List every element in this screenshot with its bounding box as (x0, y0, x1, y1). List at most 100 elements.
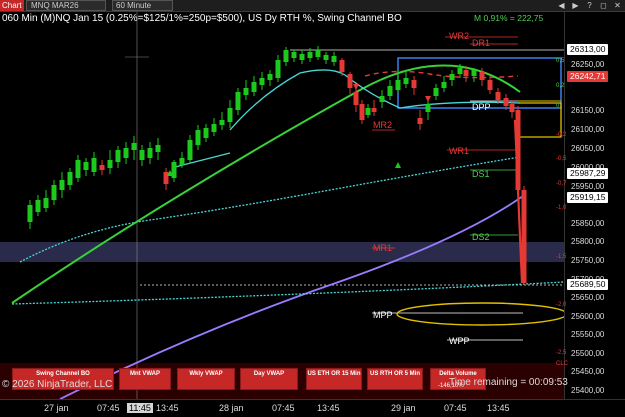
price-tick: 25650,00 (571, 293, 605, 302)
candle-body (291, 52, 297, 58)
candle-body (251, 82, 257, 92)
candle-body (495, 92, 501, 100)
move-stat: M 0,91% = 222,75 (474, 13, 544, 23)
candle-body (83, 162, 89, 170)
pivot-label: WPP (449, 336, 470, 346)
indicator-toggle-button[interactable]: US RTH OR 5 Min (367, 368, 423, 390)
candle-body (359, 104, 365, 120)
candle-body (521, 190, 527, 283)
candle-body (283, 50, 289, 62)
candle-body (67, 172, 73, 185)
indicator-toggle-button[interactable]: US ETH OR 15 Min (306, 368, 362, 390)
candle-body (471, 70, 477, 76)
pivot-label: DR1 (472, 38, 491, 48)
candle-body (403, 78, 409, 84)
candle-body (347, 74, 353, 88)
time-tick: 13:45 (487, 403, 510, 413)
percent-label: -0,7 (556, 181, 567, 187)
scroll-right-icon[interactable]: ▶ (569, 0, 582, 11)
candle-body (187, 140, 193, 160)
candle-body (331, 56, 337, 62)
time-crosshair-label: 11:45 (127, 403, 153, 413)
scroll-left-icon[interactable]: ◀ (555, 0, 568, 11)
percent-label: -0,2 (556, 132, 567, 138)
candle-body (417, 118, 423, 124)
price-tag: 25919,15 (567, 192, 609, 203)
candle-body (275, 60, 281, 78)
candle-body (195, 130, 201, 145)
candle-body (503, 98, 509, 106)
candle-body (425, 104, 431, 112)
candle-body (203, 128, 209, 138)
candle-body (75, 160, 81, 178)
price-axis[interactable]: 26313,00 26250,00 26242,71 26150,00 26100,00… (564, 12, 625, 399)
candle-body (387, 86, 393, 96)
percent-label: -0,5 (556, 156, 567, 162)
price-tick: 25400,00 (571, 386, 605, 395)
instrument-selector[interactable]: MNQ MAR26 (26, 0, 106, 11)
price-chart-panel[interactable] (0, 12, 564, 399)
chart-tab[interactable]: Chart (0, 0, 24, 11)
candle-body (43, 198, 49, 208)
percent-label: -2,5 (556, 350, 567, 356)
candle-body (371, 108, 377, 112)
price-tick: 25550,00 (571, 330, 605, 339)
sell-signal-arrow (425, 96, 431, 102)
indicator-toggle-button[interactable]: Mnt VWAP (119, 368, 171, 390)
candle-body (463, 70, 469, 76)
interval-selector[interactable]: 60 Minute (112, 0, 173, 11)
time-tick: 27 jan (44, 403, 69, 413)
candle-body (457, 68, 463, 74)
maximize-icon[interactable]: ◻ (597, 0, 610, 11)
buy-signal-arrow (395, 162, 401, 168)
candle-body (515, 110, 521, 190)
chart-title: 060 Min (M)NQ Jan 15 (0.25%=$125/1%=250p… (2, 13, 402, 24)
candle-body (35, 200, 41, 212)
candle-body (235, 92, 241, 110)
price-tick: 25800,00 (571, 237, 605, 246)
chart-toolbar: Chart MNQ MAR26 60 Minute ◀ ▶ ? ◻ ✕ (0, 0, 625, 12)
candle-body (51, 185, 57, 200)
candle-body (115, 150, 121, 162)
percent-label: -2,0 (556, 302, 567, 308)
time-tick: 13:45 (317, 403, 340, 413)
price-tick: 25750,00 (571, 256, 605, 265)
candle-body (155, 145, 161, 152)
candle-body (487, 80, 493, 90)
time-tick: 07:45 (97, 403, 120, 413)
candle-body (433, 88, 439, 96)
indicator-toggle-button[interactable]: Day VWAP (240, 368, 298, 390)
percent-label: CLC (556, 361, 569, 367)
price-tag: 25689,50 (567, 279, 609, 290)
time-tick: 07:45 (272, 403, 295, 413)
candle-body (299, 54, 305, 60)
time-tick: 28 jan (219, 403, 244, 413)
pivot-label: DS1 (472, 169, 490, 179)
candle-body (243, 88, 249, 95)
candle-body (379, 96, 385, 102)
candle-body (219, 120, 225, 125)
time-tick: 29 jan (391, 403, 416, 413)
pivot-label: DS2 (472, 232, 490, 242)
candle-body (147, 148, 153, 158)
candle-body (211, 124, 217, 132)
price-tick: 25950,00 (571, 182, 605, 191)
time-tick: 13:45 (156, 403, 179, 413)
candle-body (339, 60, 345, 72)
close-icon[interactable]: ✕ (611, 0, 624, 11)
candle-body (267, 74, 273, 80)
time-axis[interactable]: 27 jan 07:45 11:45 13:45 28 jan 07:45 13:45 29 … (0, 399, 625, 417)
candle-body (123, 148, 129, 158)
candle-body (99, 165, 105, 170)
pivot-label: DPP (472, 102, 491, 112)
indicator-toggle-button[interactable]: Wkly VWAP (177, 368, 235, 390)
candle-body (449, 74, 455, 80)
candle-body (315, 50, 321, 57)
pivot-label: MR1 (373, 243, 393, 253)
percent-label: 0 (556, 103, 560, 109)
price-tag: 26313,00 (567, 44, 609, 55)
percent-label: 0,2 (556, 83, 565, 89)
candle-body (27, 205, 33, 222)
help-icon[interactable]: ? (583, 0, 596, 11)
candle-body (107, 160, 113, 168)
